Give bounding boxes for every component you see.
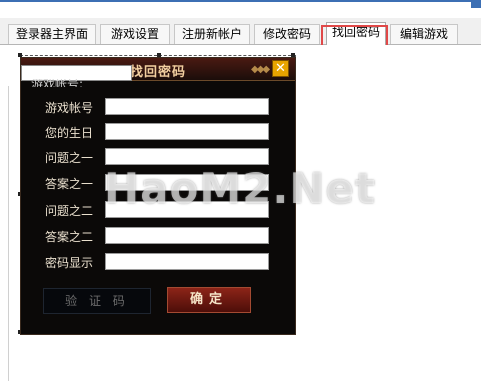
clipped-label: 游戏帐号: <box>31 79 84 87</box>
question-one-label: 问题之一 <box>45 151 94 165</box>
tab-edit-games[interactable]: 编辑游戏 <box>390 24 458 44</box>
answer-one-label: 答案之一 <box>45 177 94 191</box>
window-top-strip <box>0 0 481 18</box>
answer-two-input[interactable] <box>105 227 269 244</box>
password-display-label: 密码显示 <box>45 256 94 270</box>
window-top-border <box>0 0 481 2</box>
tab-register-account[interactable]: 注册新帐户 <box>174 24 250 44</box>
confirm-button[interactable]: 确定 <box>167 287 251 313</box>
password-display-field[interactable] <box>105 253 269 270</box>
account-label: 游戏帐号 <box>45 101 94 115</box>
answer-two-label: 答案之二 <box>45 230 94 244</box>
window-corner-accent <box>471 0 481 8</box>
question-two-label: 问题之二 <box>45 204 94 218</box>
tab-recover-password[interactable]: 找回密码 <box>326 22 386 45</box>
tab-bar: 登录器主界面 游戏设置 注册新帐户 修改密码 找回密码 编辑游戏 <box>0 18 481 75</box>
question-one-input[interactable] <box>105 148 269 165</box>
panel-left-border <box>8 86 9 381</box>
account-input[interactable] <box>105 98 269 115</box>
close-button[interactable]: ✕ <box>272 60 289 77</box>
captcha-box[interactable]: 验 证 码 <box>43 288 151 314</box>
title-right-ornament-icon: ◆◆◆ <box>251 64 270 75</box>
birthday-label: 您的生日 <box>45 126 94 140</box>
tab-change-password[interactable]: 修改密码 <box>254 24 320 44</box>
birthday-input[interactable] <box>105 123 269 140</box>
tab-game-settings[interactable]: 游戏设置 <box>100 24 170 44</box>
site-watermark: HaoM2.Net <box>104 164 377 213</box>
tab-launcher-main[interactable]: 登录器主界面 <box>8 24 96 44</box>
